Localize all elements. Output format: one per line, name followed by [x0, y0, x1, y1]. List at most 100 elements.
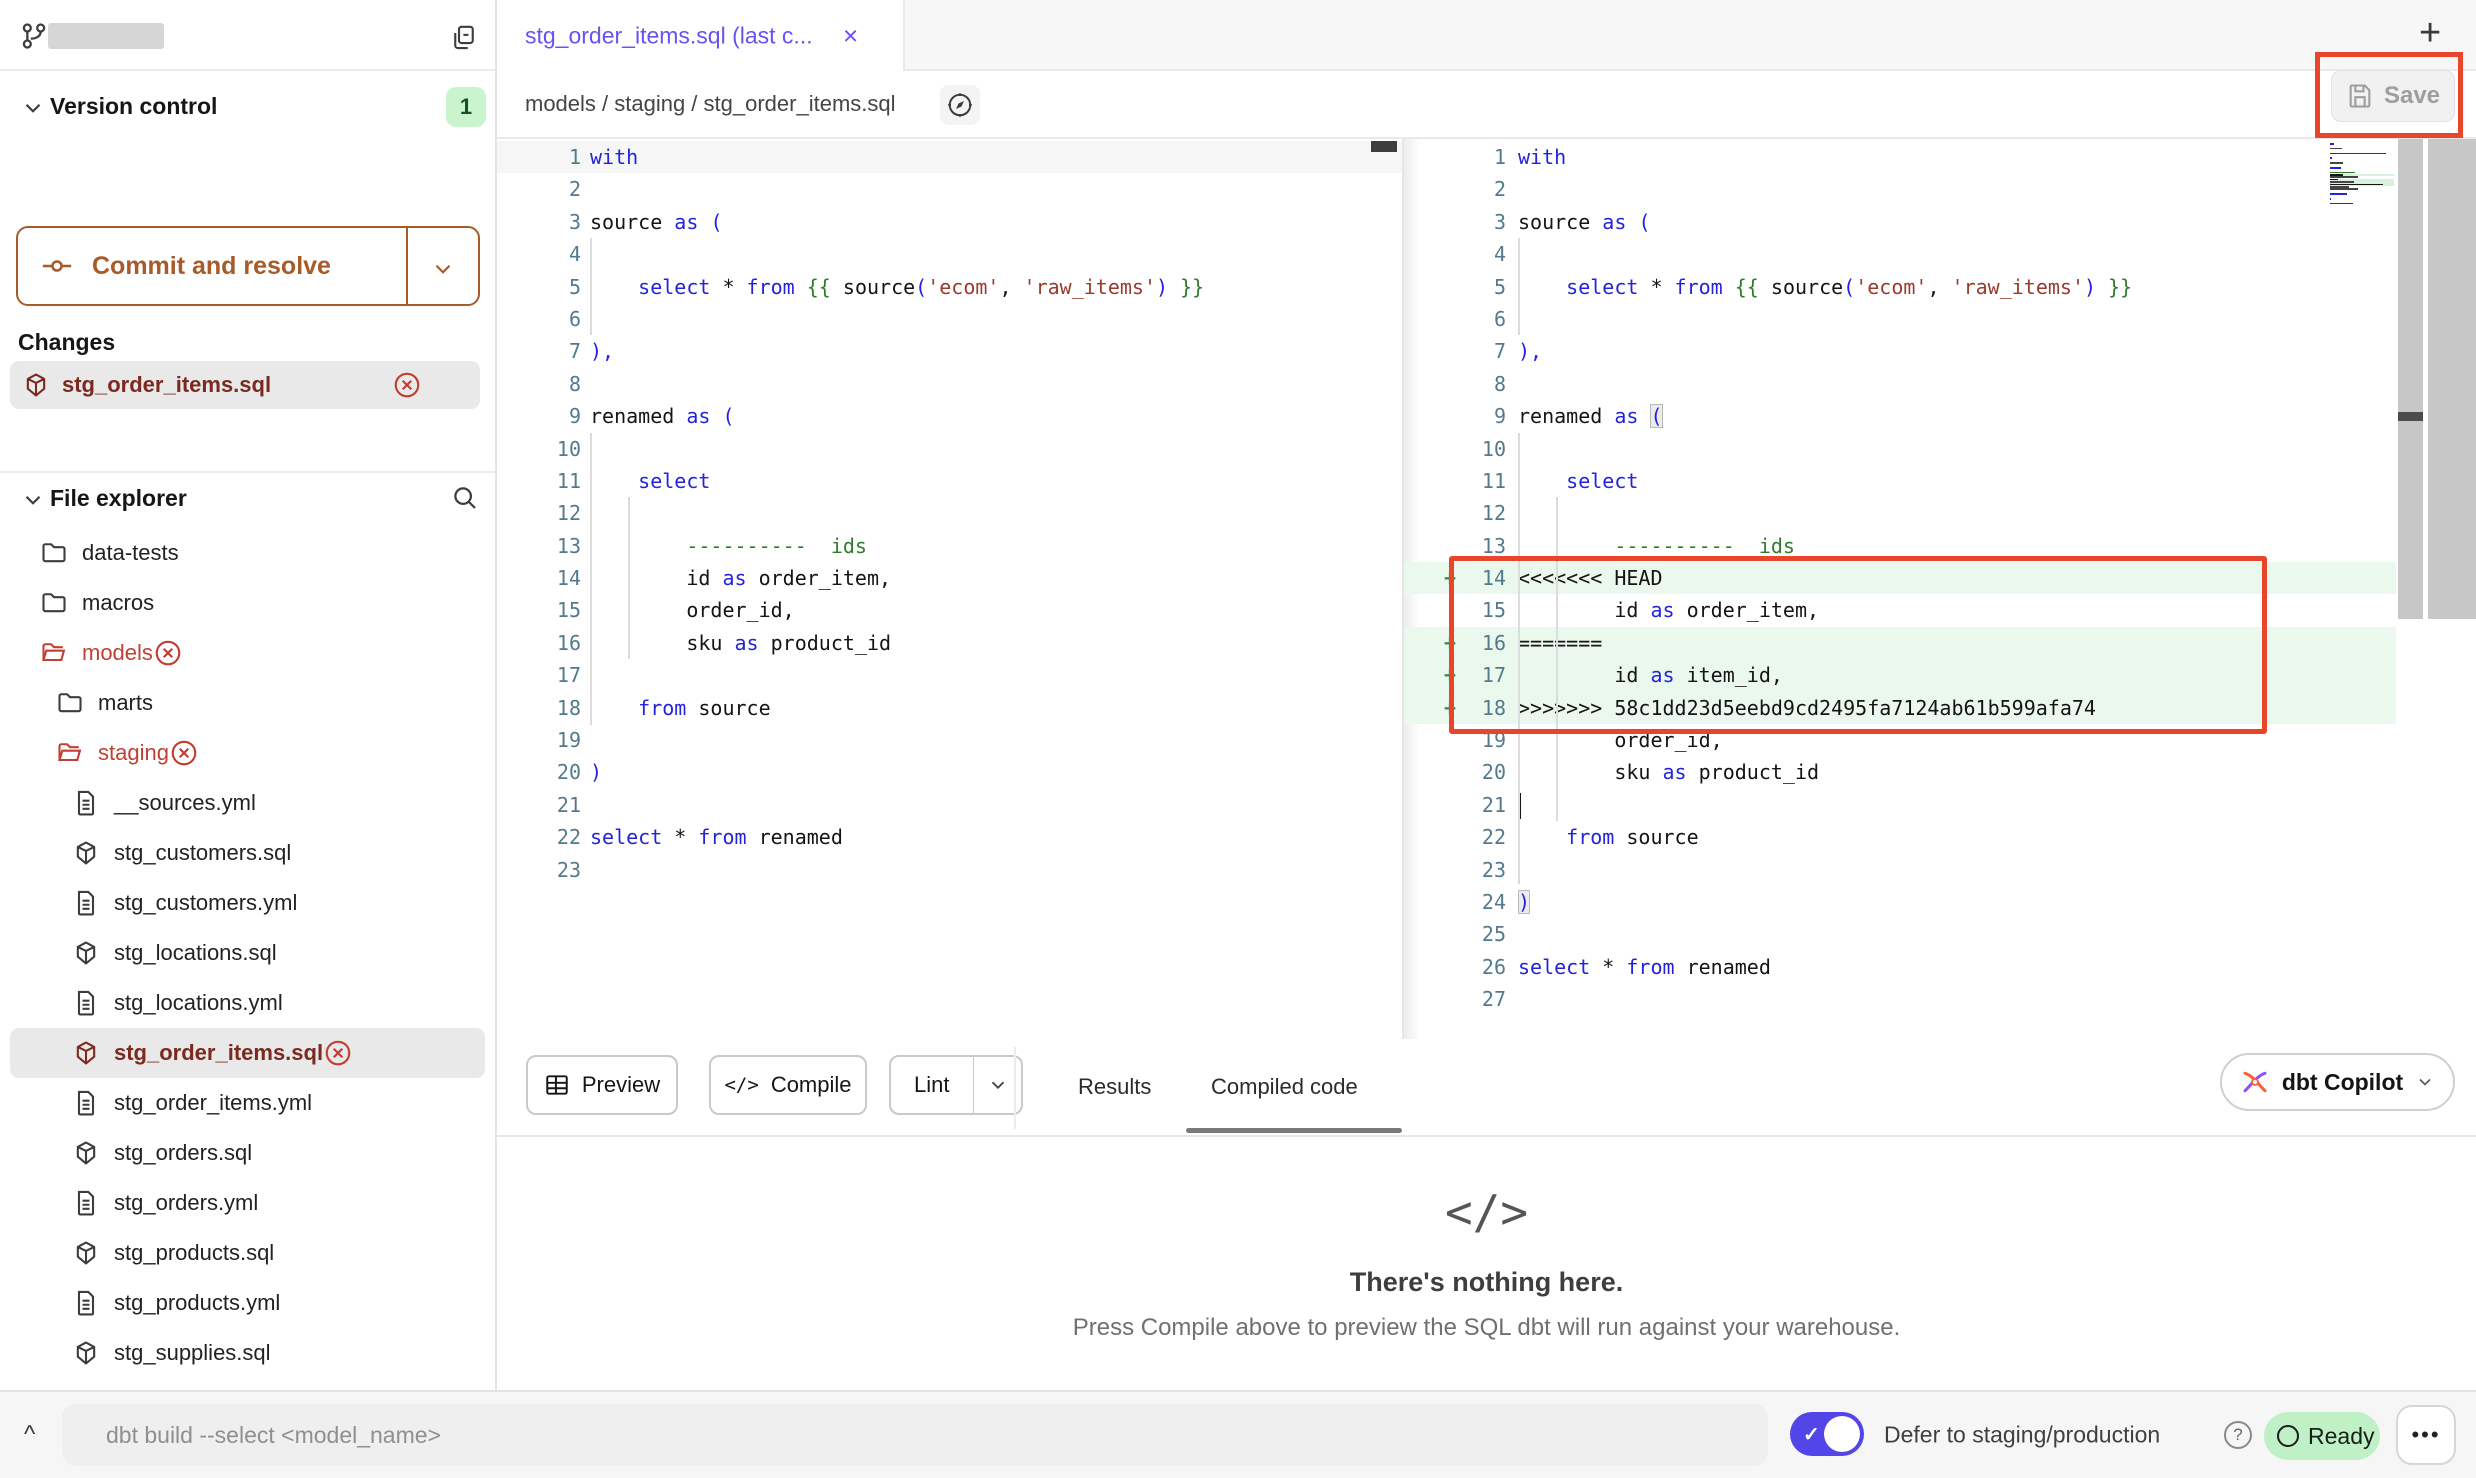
code-line[interactable]: 9renamed as (	[1404, 400, 2396, 432]
discard-change-icon[interactable]	[323, 1038, 353, 1068]
file-tree-item-stg-order-items-sql[interactable]: stg_order_items.sql	[10, 1028, 485, 1078]
code-line[interactable]: 19	[497, 724, 1402, 756]
code-line[interactable]: 25	[1404, 918, 2396, 950]
editor-pane-modified[interactable]: 1with23source as (45 select * from {{ so…	[1404, 141, 2396, 1016]
code-line[interactable]: 27	[1404, 983, 2396, 1015]
code-line[interactable]: 21	[1404, 789, 2396, 821]
file-tree-item-stg-orders-yml[interactable]: stg_orders.yml	[0, 1178, 495, 1228]
code-line[interactable]: +14<<<<<<< HEAD	[1404, 562, 2396, 594]
commit-dropdown-chevron-icon[interactable]	[430, 256, 456, 282]
code-line[interactable]: 8	[1404, 368, 2396, 400]
preview-button[interactable]: Preview	[526, 1055, 678, 1115]
code-line[interactable]: 20)	[497, 756, 1402, 788]
file-tree-item-stg-products-yml[interactable]: stg_products.yml	[0, 1278, 495, 1328]
dbt-command-input[interactable]: dbt build --select <model_name>	[62, 1404, 1768, 1466]
panel-scrollbar[interactable]	[2428, 139, 2476, 619]
file-tree-item-staging[interactable]: staging	[0, 728, 495, 778]
file-tree-item-stg-products-sql[interactable]: stg_products.sql	[0, 1228, 495, 1278]
compile-button[interactable]: </> Compile	[709, 1055, 867, 1115]
code-line[interactable]: 1with	[497, 141, 1402, 173]
code-line[interactable]: +18>>>>>>> 58c1dd23d5eebd9cd2495fa7124ab…	[1404, 692, 2396, 724]
left-pane-scrollbar-thumb[interactable]	[1371, 141, 1397, 152]
minimap[interactable]	[2330, 143, 2394, 208]
tab-compiled-code[interactable]: Compiled code	[1211, 1039, 1358, 1135]
code-line[interactable]: 3source as (	[497, 206, 1402, 238]
code-line[interactable]: 20 sku as product_id	[1404, 756, 2396, 788]
code-line[interactable]: 12	[497, 497, 1402, 529]
code-line[interactable]: 19 order_id,	[1404, 724, 2396, 756]
code-line[interactable]: 6	[497, 303, 1402, 335]
file-tree-item-stg-locations-sql[interactable]: stg_locations.sql	[0, 928, 495, 978]
search-icon[interactable]	[450, 483, 480, 513]
commit-and-resolve-button[interactable]: Commit and resolve	[16, 226, 480, 306]
file-explorer-header[interactable]: File explorer	[0, 473, 495, 527]
code-line[interactable]: 14 id as order_item,	[497, 562, 1402, 594]
new-tab-button[interactable]: +	[2419, 12, 2441, 55]
code-line[interactable]: 7),	[497, 335, 1402, 367]
lint-button[interactable]: Lint	[889, 1055, 1023, 1115]
code-line[interactable]: 16 sku as product_id	[497, 627, 1402, 659]
code-line[interactable]: 26select * from renamed	[1404, 951, 2396, 983]
code-line[interactable]: 12	[1404, 497, 2396, 529]
code-line[interactable]: 23	[497, 854, 1402, 886]
code-line[interactable]: 11 select	[1404, 465, 2396, 497]
code-line[interactable]: 5 select * from {{ source('ecom', 'raw_i…	[497, 271, 1402, 303]
changed-file-row[interactable]: stg_order_items.sql	[10, 361, 480, 409]
file-tree-item-stg-order-items-yml[interactable]: stg_order_items.yml	[0, 1078, 495, 1128]
file-tree-item-stg-orders-sql[interactable]: stg_orders.sql	[0, 1128, 495, 1178]
code-line[interactable]: 17	[497, 659, 1402, 691]
code-line[interactable]: 13 ---------- ids	[1404, 530, 2396, 562]
file-tree-item-stg-customers-yml[interactable]: stg_customers.yml	[0, 878, 495, 928]
git-branch-icon[interactable]	[18, 20, 50, 52]
code-line[interactable]: 6	[1404, 303, 2396, 335]
code-line[interactable]: 23	[1404, 854, 2396, 886]
lineage-compass-icon[interactable]	[940, 85, 980, 125]
code-line[interactable]: 4	[497, 238, 1402, 270]
code-line[interactable]: 7),	[1404, 335, 2396, 367]
code-line[interactable]: 10	[497, 433, 1402, 465]
code-line[interactable]: 24)	[1404, 886, 2396, 918]
code-line[interactable]: 11 select	[497, 465, 1402, 497]
status-ready-badge[interactable]: Ready	[2264, 1412, 2380, 1460]
code-line[interactable]: 2	[497, 173, 1402, 205]
editor-scrollbar-thumb[interactable]	[2398, 412, 2423, 421]
file-tree-item-macros[interactable]: macros	[0, 578, 495, 628]
version-control-header[interactable]: Version control 1	[0, 71, 495, 125]
code-line[interactable]: 3source as (	[1404, 206, 2396, 238]
overflow-menu-button[interactable]: •••	[2396, 1405, 2456, 1465]
code-line[interactable]: 8	[497, 368, 1402, 400]
file-tree-item-stg-supplies-sql[interactable]: stg_supplies.sql	[0, 1328, 495, 1378]
dbt-copilot-button[interactable]: dbt Copilot	[2220, 1053, 2455, 1111]
code-line[interactable]: 9renamed as (	[497, 400, 1402, 432]
file-tree-item--sources-yml[interactable]: __sources.yml	[0, 778, 495, 828]
tab-stg-order-items[interactable]: stg_order_items.sql (last c... ×	[497, 0, 905, 71]
tab-close-icon[interactable]: ×	[843, 20, 858, 51]
file-tree-item-stg-locations-yml[interactable]: stg_locations.yml	[0, 978, 495, 1028]
save-button[interactable]: Save	[2331, 70, 2455, 122]
code-line[interactable]: 22 from source	[1404, 821, 2396, 853]
code-editor[interactable]: 1with23source as (45 select * from {{ so…	[497, 139, 2476, 1039]
discard-change-icon[interactable]	[153, 638, 183, 668]
copy-icon[interactable]	[449, 23, 479, 53]
code-line[interactable]: 18 from source	[497, 692, 1402, 724]
file-tree-item-data-tests[interactable]: data-tests	[0, 528, 495, 578]
discard-change-icon[interactable]	[169, 738, 199, 768]
discard-change-icon[interactable]	[392, 370, 422, 400]
code-line[interactable]: 22select * from renamed	[497, 821, 1402, 853]
tab-results[interactable]: Results	[1078, 1039, 1151, 1135]
code-line[interactable]: 15 order_id,	[497, 594, 1402, 626]
file-tree-item-models[interactable]: models	[0, 628, 495, 678]
expand-caret-icon[interactable]: ^	[24, 1421, 35, 1449]
defer-toggle[interactable]: ✓	[1790, 1412, 1864, 1456]
code-line[interactable]: +17 id as item_id,	[1404, 659, 2396, 691]
editor-pane-original[interactable]: 1with23source as (45 select * from {{ so…	[497, 141, 1402, 886]
help-icon[interactable]: ?	[2224, 1421, 2252, 1449]
file-tree-item-stg-customers-sql[interactable]: stg_customers.sql	[0, 828, 495, 878]
code-line[interactable]: 1with	[1404, 141, 2396, 173]
code-line[interactable]: 4	[1404, 238, 2396, 270]
code-line[interactable]: 2	[1404, 173, 2396, 205]
code-line[interactable]: 21	[497, 789, 1402, 821]
code-line[interactable]: 5 select * from {{ source('ecom', 'raw_i…	[1404, 271, 2396, 303]
code-line[interactable]: 13 ---------- ids	[497, 530, 1402, 562]
code-line[interactable]: +16=======	[1404, 627, 2396, 659]
